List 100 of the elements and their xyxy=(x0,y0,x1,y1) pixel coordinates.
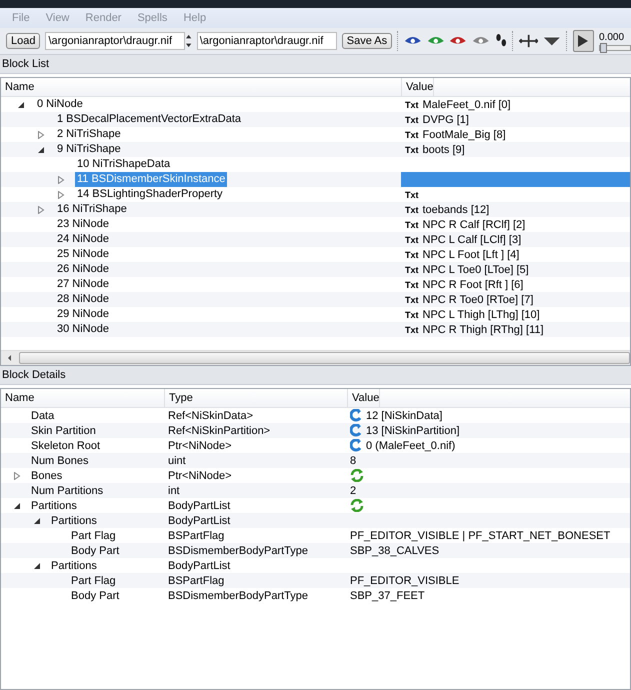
field-type: Ptr<NiNode> xyxy=(168,440,232,452)
tree-item[interactable]: 26 NiNode xyxy=(55,262,111,277)
field-value: 13 [NiSkinPartition] xyxy=(366,424,460,436)
expanded-arrow-icon[interactable] xyxy=(13,502,21,510)
block-value: NPC R Toe0 [RToe] [7] xyxy=(422,294,534,306)
column-header[interactable]: Name xyxy=(1,389,165,407)
field-name: Bones xyxy=(31,470,62,482)
tree-item[interactable]: 1 BSDecalPlacementVectorExtraData xyxy=(55,112,244,127)
link-arrow-icon[interactable] xyxy=(350,424,362,437)
text-type-label: Txt xyxy=(405,294,418,304)
field-value: 12 [NiSkinData] xyxy=(366,410,442,422)
block-value: NPC L Thigh [LThg] [10] xyxy=(422,308,540,320)
link-arrow-icon[interactable] xyxy=(350,409,362,422)
block-value: toebands [12] xyxy=(422,204,490,216)
field-name: Part Flag xyxy=(71,574,116,586)
field-type: Ref<NiSkinPartition> xyxy=(168,424,270,436)
time-value: 0.000 xyxy=(599,32,626,42)
field-type: BodyPartList xyxy=(168,560,230,572)
field-name: Data xyxy=(31,410,54,422)
field-name: Partitions xyxy=(51,514,97,526)
text-type-label: Txt xyxy=(405,234,418,244)
expanded-arrow-icon[interactable] xyxy=(17,100,25,108)
text-type-label: Txt xyxy=(405,114,418,124)
play-icon xyxy=(577,34,590,48)
field-value: 0 (MaleFeet_0.nif) xyxy=(366,440,456,452)
panel-title: Block List xyxy=(2,58,50,70)
slider-thumb[interactable] xyxy=(600,42,607,52)
tree-item[interactable]: 10 NiTriShapeData xyxy=(75,157,172,172)
column-header[interactable]: Value xyxy=(348,389,380,407)
field-value: PF_EDITOR_VISIBLE xyxy=(350,574,460,586)
collapsed-arrow-icon[interactable] xyxy=(57,190,65,198)
field-name: Num Partitions xyxy=(31,484,104,496)
text-type-label: Txt xyxy=(405,310,418,320)
field-type: BSPartFlag xyxy=(168,530,224,542)
tree-item[interactable]: 27 NiNode xyxy=(55,277,111,292)
collapsed-arrow-icon[interactable] xyxy=(57,176,65,184)
text-type-label: Txt xyxy=(405,130,418,140)
expanded-arrow-icon[interactable] xyxy=(33,562,41,570)
column-header[interactable]: Value xyxy=(402,78,434,96)
field-name: Body Part xyxy=(71,590,120,602)
block-value: NPC L Toe0 [LToe] [5] xyxy=(422,264,529,276)
field-type: BodyPartList xyxy=(168,514,230,526)
text-type-label: Txt xyxy=(405,204,418,214)
block-value: NPC R Thigh [RThg] [11] xyxy=(422,324,544,336)
expanded-arrow-icon[interactable] xyxy=(37,146,45,154)
text-type-label: Txt xyxy=(405,190,418,200)
field-type: BodyPartList xyxy=(168,500,230,512)
scrollbar-thumb[interactable] xyxy=(19,352,630,364)
field-value: SBP_38_CALVES xyxy=(350,544,440,556)
text-type-label: Txt xyxy=(405,144,418,154)
block-value: NPC L Calf [LClf] [3] xyxy=(422,234,522,246)
down-triangle-icon[interactable] xyxy=(543,35,561,47)
expanded-arrow-icon[interactable] xyxy=(33,516,41,524)
horizontal-scrollbar[interactable] xyxy=(1,350,630,365)
tree-item[interactable]: 30 NiNode xyxy=(55,322,111,337)
text-type-label: Txt xyxy=(405,100,418,110)
block-value: DVPG [1] xyxy=(422,114,469,126)
field-name: Skin Partition xyxy=(31,424,96,436)
tree-item[interactable]: 28 NiNode xyxy=(55,292,111,307)
text-type-label: Txt xyxy=(405,250,418,260)
text-type-label: Txt xyxy=(405,264,418,274)
tree-item[interactable]: 14 BSLightingShaderProperty xyxy=(75,187,225,202)
tree-item[interactable]: 23 NiNode xyxy=(55,217,111,232)
tree-item[interactable]: 2 NiTriShape xyxy=(55,127,123,142)
field-name: Part Flag xyxy=(71,530,116,542)
tree-item[interactable]: 24 NiNode xyxy=(55,232,111,247)
save-as-button[interactable]: Save As xyxy=(342,33,392,49)
collapsed-arrow-icon[interactable] xyxy=(13,472,21,480)
load-button[interactable]: Load xyxy=(6,33,40,49)
panel-title: Block Details xyxy=(2,369,66,381)
tree-item[interactable]: 29 NiNode xyxy=(55,307,111,322)
spinner-arrows-icon[interactable] xyxy=(186,33,192,49)
tree-item[interactable]: 9 NiTriShape xyxy=(55,142,123,157)
block-value: boots [9] xyxy=(422,144,465,156)
block-value: NPC L Foot [Lft ] [4] xyxy=(422,248,520,260)
block-value: FootMale_Big [8] xyxy=(422,128,506,140)
collapsed-arrow-icon[interactable] xyxy=(37,206,45,214)
link-arrow-icon[interactable] xyxy=(350,439,362,452)
field-value: 8 xyxy=(350,454,356,466)
field-type: BSDismemberBodyPartType xyxy=(168,544,308,556)
collapsed-arrow-icon[interactable] xyxy=(37,130,45,138)
text-type-label: Txt xyxy=(405,280,418,290)
tree-item[interactable]: 16 NiTriShape xyxy=(55,202,129,217)
field-type: Ref<NiSkinData> xyxy=(168,410,253,422)
axis-icon[interactable] xyxy=(518,34,538,48)
tree-item[interactable]: 0 NiNode xyxy=(35,97,85,112)
column-header[interactable]: Type xyxy=(165,389,348,407)
text-type-label: Txt xyxy=(405,324,418,334)
file-path-field[interactable]: \argonianraptor\draugr.nif xyxy=(196,32,337,50)
field-type: BSDismemberBodyPartType xyxy=(168,590,308,602)
field-name: Skeleton Root xyxy=(31,440,100,452)
play-button[interactable] xyxy=(572,30,594,52)
tree-item[interactable]: 25 NiNode xyxy=(55,247,111,262)
time-slider[interactable] xyxy=(599,44,631,50)
block-value: MaleFeet_0.nif [0] xyxy=(422,98,511,110)
column-header[interactable]: Name xyxy=(1,78,402,96)
field-name: Partitions xyxy=(31,500,77,512)
file-path-field[interactable]: \argonianraptor\draugr.nif xyxy=(45,32,186,50)
field-type: int xyxy=(168,484,180,496)
field-value: SBP_37_FEET xyxy=(350,590,425,602)
